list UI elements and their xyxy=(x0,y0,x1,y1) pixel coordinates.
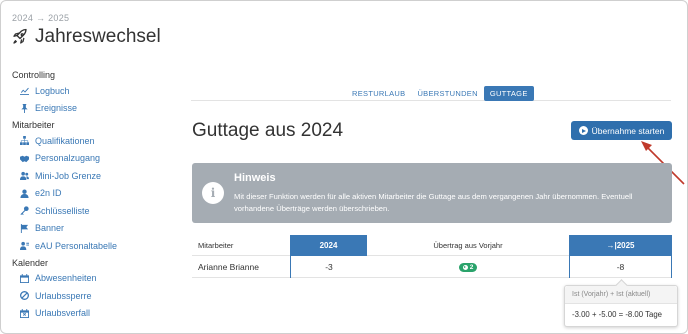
sidebar-item-label: e2n ID xyxy=(35,188,62,199)
header-employee: Mitarbeiter xyxy=(198,241,234,250)
flag-icon xyxy=(19,223,29,233)
sidebar-item-personalzugang[interactable]: Personalzugang xyxy=(1,150,181,168)
org-chart-icon xyxy=(19,136,29,146)
breadcrumb: 2024 → 2025 xyxy=(12,13,70,23)
guttage-table: Mitarbeiter 2024 Übertrag aus Vorjahr →|… xyxy=(192,235,672,278)
sidebar-item-ereignisse[interactable]: Ereignisse xyxy=(1,100,181,118)
sidebar-item-label: Logbuch xyxy=(35,85,70,96)
tab-ueberstunden[interactable]: ÜBERSTUNDEN xyxy=(411,86,483,101)
sidebar-item-urlaubssperre[interactable]: Urlaubssperre xyxy=(1,287,181,305)
sidebar-item-mini-job-grenze[interactable]: Mini-Job Grenze xyxy=(1,167,181,185)
hint-box: i Hinweis Mit dieser Funktion werden für… xyxy=(192,163,672,223)
info-icon: i xyxy=(202,182,224,204)
start-transfer-button[interactable]: Übernahme starten xyxy=(571,121,672,140)
sidebar-item-label: Abwesenheiten xyxy=(35,273,97,284)
sidebar-section-controlling: Controlling xyxy=(12,70,56,80)
user-icon xyxy=(19,188,29,198)
header-year-2025: →|2025 xyxy=(569,235,672,256)
calendar-icon xyxy=(19,273,29,283)
cell-carry-over: 2 xyxy=(367,256,569,278)
page-header: Jahreswechsel xyxy=(11,26,161,48)
tooltip-header: Ist (Vorjahr) + Ist (aktuell) xyxy=(565,286,677,304)
sidebar-item-label: Ereignisse xyxy=(35,103,78,114)
users-icon xyxy=(19,171,29,181)
user-table-icon xyxy=(19,241,29,251)
sidebar-item-label: Schlüsselliste xyxy=(35,205,90,216)
sidebar-item-label: Personalzugang xyxy=(35,153,101,164)
calculation-tooltip: Ist (Vorjahr) + Ist (aktuell) -3.00 + -5… xyxy=(564,285,678,327)
sidebar-item-label: eAU Personaltabelle xyxy=(35,240,118,251)
sidebar-item-e2n-id[interactable]: e2n ID xyxy=(1,185,181,203)
ban-icon xyxy=(19,291,29,301)
sidebar-item-label: Urlaubssperre xyxy=(35,290,92,301)
sidebar-item-abwesenheiten[interactable]: Abwesenheiten xyxy=(1,270,181,288)
hint-text: Mit dieser Funktion werden für alle akti… xyxy=(234,192,633,213)
cell-value-2025[interactable]: -8 xyxy=(569,256,672,278)
sidebar-item-label: Banner xyxy=(35,223,65,234)
sidebar-section-kalender: Kalender xyxy=(12,257,49,268)
pin-icon xyxy=(19,103,29,113)
sidebar-item-urlaubsverfall[interactable]: Urlaubsverfall xyxy=(1,305,181,323)
cell-value-2024: -3 xyxy=(290,256,367,278)
calendar-x-icon xyxy=(19,308,29,318)
sidebar-item-eau-personaltabelle[interactable]: eAU Personaltabelle xyxy=(1,237,181,255)
tooltip-body: -3.00 + -5.00 = -8.00 Tage xyxy=(572,310,663,319)
header-carry-over: Übertrag aus Vorjahr xyxy=(433,241,503,250)
sidebar-item-label: Mini-Job Grenze xyxy=(35,170,102,181)
chart-line-icon xyxy=(19,86,29,96)
play-circle-icon xyxy=(462,265,468,271)
tab-resturlaub[interactable]: RESTURLAUB xyxy=(346,86,411,101)
page-title: Guttage aus 2024 xyxy=(192,120,344,141)
sidebar-item-label: Urlaubsverfall xyxy=(35,308,91,319)
app-window: 2024 → 2025 Jahreswechsel Controlling Lo… xyxy=(0,0,688,334)
sidebar-item-logbuch[interactable]: Logbuch xyxy=(1,82,181,100)
play-circle-icon xyxy=(578,126,588,135)
sidebar-item-label: Qualifikationen xyxy=(35,135,95,146)
cell-employee: Arianne Brianne xyxy=(198,262,259,272)
handshake-icon xyxy=(19,153,29,163)
table-header: Mitarbeiter 2024 Übertrag aus Vorjahr →|… xyxy=(192,235,672,256)
rocket-icon xyxy=(11,28,29,46)
sidebar: Controlling Logbuch Ereignisse Mitarbeit… xyxy=(1,67,181,322)
sidebar-item-schluesselliste[interactable]: Schlüsselliste xyxy=(1,202,181,220)
sidebar-item-qualifikationen[interactable]: Qualifikationen xyxy=(1,132,181,150)
carry-over-badge[interactable]: 2 xyxy=(458,263,478,273)
header-year-2024: 2024 xyxy=(290,235,367,256)
tab-bar: RESTURLAUB ÜBERSTUNDEN GUTTAGE xyxy=(191,86,671,101)
sidebar-section-mitarbeiter: Mitarbeiter xyxy=(12,120,55,130)
key-icon xyxy=(19,206,29,216)
start-transfer-label: Übernahme starten xyxy=(591,125,665,136)
carry-over-badge-value: 2 xyxy=(469,264,474,272)
app-title: Jahreswechsel xyxy=(35,26,161,47)
hint-title: Hinweis xyxy=(234,172,276,184)
tab-guttage[interactable]: GUTTAGE xyxy=(483,86,534,101)
sidebar-item-banner[interactable]: Banner xyxy=(1,220,181,238)
table-row: Arianne Brianne -3 2 -8 xyxy=(192,256,672,278)
